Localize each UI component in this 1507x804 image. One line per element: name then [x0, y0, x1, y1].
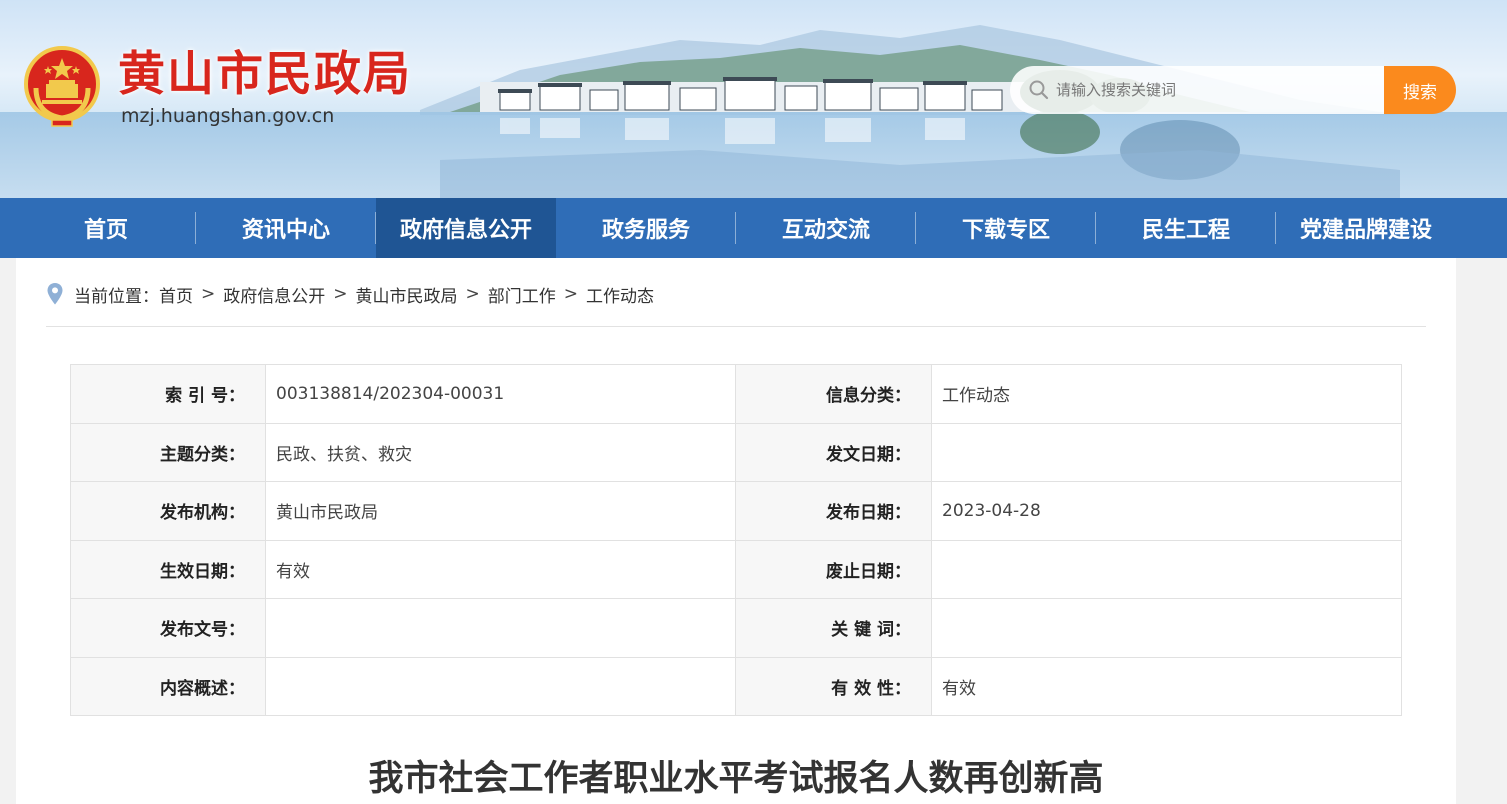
- table-row: 内容概述： 有 效 性： 有效: [70, 656, 1402, 716]
- nav-item-label: 资讯中心: [241, 218, 330, 243]
- nav-item-interaction[interactable]: 互动交流: [736, 198, 916, 258]
- breadcrumb-item[interactable]: 部门工作: [488, 282, 556, 307]
- main-content: 当前位置： 首页 > 政府信息公开 > 黄山市民政局 > 部门工作 > 工作动态…: [16, 258, 1456, 804]
- location-pin-icon: [47, 283, 63, 305]
- article-title: 我市社会工作者职业水平考试报名人数再创新高: [368, 759, 1104, 799]
- table-row: 生效日期： 有效 废止日期：: [70, 539, 1402, 599]
- effective-date-value: 有效: [265, 539, 736, 599]
- nav-item-label: 互动交流: [781, 218, 870, 243]
- nav-item-downloads[interactable]: 下载专区: [916, 198, 1096, 258]
- nav-item-gov-info[interactable]: 政府信息公开: [376, 198, 556, 258]
- search-input[interactable]: [1056, 81, 1356, 99]
- issue-date-value: [931, 422, 1402, 482]
- topic-category-value: 民政、扶贫、救灾: [265, 422, 736, 482]
- info-category-value: 工作动态: [931, 364, 1402, 424]
- nav-item-livelihood[interactable]: 民生工程: [1096, 198, 1276, 258]
- nav-item-label: 政务服务: [601, 218, 690, 243]
- keywords-label: 关 键 词：: [735, 598, 932, 658]
- document-number-value: [265, 598, 736, 658]
- nav-item-party-building[interactable]: 党建品牌建设: [1276, 198, 1456, 258]
- search-icon: [1029, 80, 1049, 100]
- repeal-date-value: [931, 539, 1402, 599]
- topic-category-label: 主题分类：: [70, 422, 266, 482]
- table-row: 发布文号： 关 键 词：: [70, 598, 1402, 658]
- keywords-value: [931, 598, 1402, 658]
- header-banner: 黄山市民政局 mzj.huangshan.gov.cn 搜索: [0, 0, 1507, 198]
- table-row: 索 引 号： 003138814/202304-00031 信息分类： 工作动态: [70, 364, 1402, 424]
- summary-label: 内容概述：: [70, 656, 266, 716]
- publisher-value: 黄山市民政局: [265, 481, 736, 541]
- table-row: 主题分类： 民政、扶贫、救灾 发文日期：: [70, 422, 1402, 482]
- breadcrumb-separator: >: [563, 284, 578, 304]
- nav-item-news[interactable]: 资讯中心: [196, 198, 376, 258]
- table-row: 发布机构： 黄山市民政局 发布日期： 2023-04-28: [70, 481, 1402, 541]
- publish-date-label: 发布日期：: [735, 481, 932, 541]
- search-button[interactable]: 搜索: [1384, 66, 1456, 114]
- breadcrumb: 当前位置： 首页 > 政府信息公开 > 黄山市民政局 > 部门工作 > 工作动态: [46, 282, 654, 307]
- nav-item-services[interactable]: 政务服务: [556, 198, 736, 258]
- breadcrumb-separator: >: [201, 284, 216, 304]
- validity-label: 有 效 性：: [735, 656, 932, 716]
- search-box: [1010, 66, 1386, 114]
- publish-date-value: 2023-04-28: [931, 481, 1402, 541]
- breadcrumb-item[interactable]: 政府信息公开: [223, 282, 325, 307]
- breadcrumb-separator: >: [465, 284, 480, 304]
- national-emblem-icon: [24, 46, 100, 127]
- nav-item-label: 民生工程: [1141, 218, 1230, 243]
- nav-item-label: 政府信息公开: [399, 218, 532, 243]
- index-number-label: 索 引 号：: [70, 364, 266, 424]
- nav-item-home[interactable]: 首页: [16, 198, 196, 258]
- validity-value: 有效: [931, 656, 1402, 716]
- summary-value: [265, 656, 736, 716]
- divider: [46, 326, 1426, 327]
- nav-list: 首页 资讯中心 政府信息公开 政务服务 互动交流 下载专区 民生工程 党建品牌建…: [16, 198, 1507, 258]
- issue-date-label: 发文日期：: [735, 422, 932, 482]
- index-number-value: 003138814/202304-00031: [265, 364, 736, 424]
- nav-item-label: 下载专区: [961, 218, 1050, 243]
- document-number-label: 发布文号：: [70, 598, 266, 658]
- breadcrumb-item[interactable]: 工作动态: [586, 282, 654, 307]
- effective-date-label: 生效日期：: [70, 539, 266, 599]
- repeal-date-label: 废止日期：: [735, 539, 932, 599]
- info-table: 索 引 号： 003138814/202304-00031 信息分类： 工作动态…: [70, 364, 1402, 716]
- breadcrumb-separator: >: [333, 284, 348, 304]
- main-nav: 首页 资讯中心 政府信息公开 政务服务 互动交流 下载专区 民生工程 党建品牌建…: [0, 198, 1507, 258]
- nav-item-label: 首页: [83, 218, 128, 243]
- site-domain: mzj.huangshan.gov.cn: [121, 105, 335, 127]
- breadcrumb-item[interactable]: 黄山市民政局: [356, 282, 458, 307]
- breadcrumb-item[interactable]: 首页: [159, 282, 193, 307]
- breadcrumb-prefix: 当前位置：: [74, 286, 159, 307]
- publisher-label: 发布机构：: [70, 481, 266, 541]
- nav-item-label: 党建品牌建设: [1299, 218, 1432, 243]
- site-title[interactable]: 黄山市民政局: [118, 45, 412, 105]
- info-category-label: 信息分类：: [735, 364, 932, 424]
